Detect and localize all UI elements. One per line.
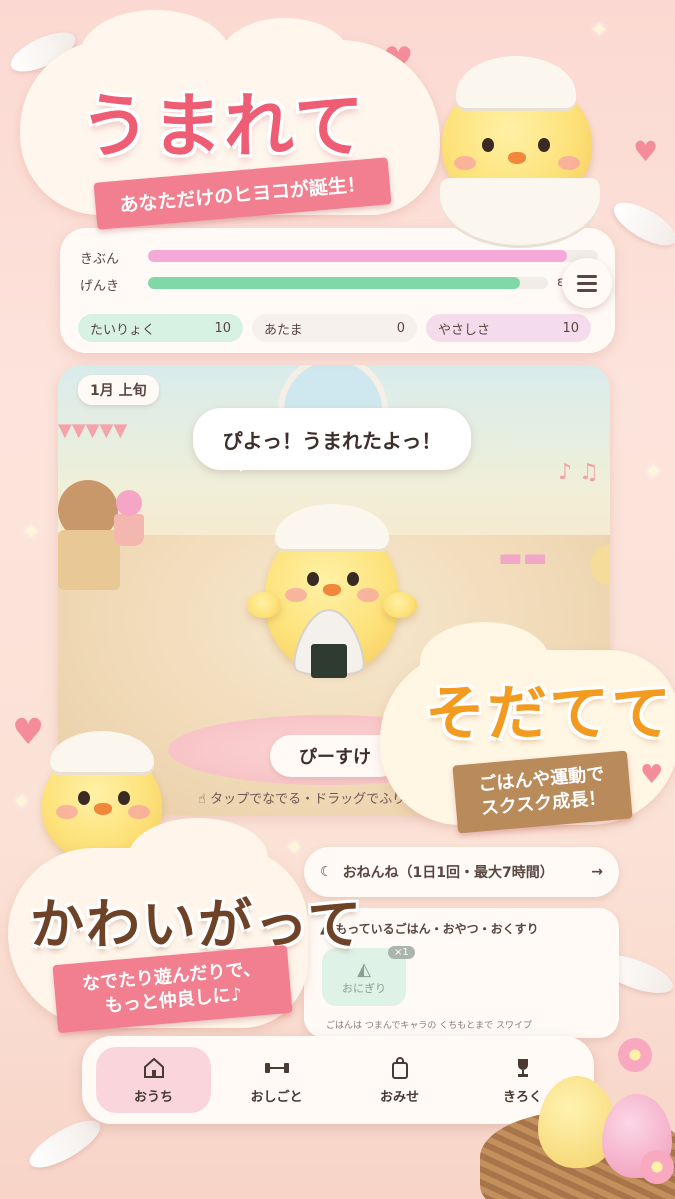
heart-icon: ♥ [12,712,45,753]
bottom-navigation: おうち おしごと おみせ きろく [82,1036,594,1124]
bunting-decoration: ▼▼▼▼▼ [58,420,128,441]
hand-icon: ☝ [198,792,211,807]
hamburger-icon [577,274,597,278]
stat-chip-label: たいりょく [90,322,156,338]
flower-pot-decoration [110,490,148,548]
sparkle-icon: ✦ [644,460,663,485]
nav-item-shop[interactable]: おみせ [342,1047,457,1113]
dumbbell-decoration: ▬▬ [498,543,548,573]
flower-decoration [640,1150,674,1184]
sparkle-icon: ✦ [12,790,31,815]
energy-bar-fill [148,277,520,289]
stat-chip-label: あたま [264,322,303,338]
heart-icon: ♥ [633,135,659,168]
onigiri-held [293,608,365,678]
banner-title-grow: そだてて [425,679,673,749]
date-badge: 1月 上旬 [78,375,159,405]
sparkle-icon: ✦ [285,836,304,861]
stat-chip-strength: たいりょく 10 [78,314,243,342]
inventory-item-label: おにぎり [342,981,386,995]
energy-label: げんき [80,279,120,294]
stat-chip-value: 10 [562,320,579,336]
stat-chip-value: 10 [214,320,231,336]
banner-title-cuddle: かわいがって [30,893,364,956]
moon-icon: ☾ [320,864,333,880]
sparkle-icon: ✦ [22,520,41,545]
stat-chip-kindness: やさしさ 10 [426,314,591,342]
nav-item-home[interactable]: おうち [96,1047,211,1113]
interaction-hint: ☝ タップでなでる・ドラッグでふりふ [198,792,419,807]
mood-label: きぶん [80,252,120,267]
stat-chip-label: やさしさ [438,322,491,338]
banner-title-born: うまれて [80,85,366,167]
onigiri-outline-icon: ◭ [357,958,371,980]
trophy-icon [517,1058,528,1077]
mood-bar [148,250,598,262]
flower-decoration [618,1038,652,1072]
sleep-label: おねんね（1日1回・最大7時間） [342,865,554,881]
arrow-right-icon: → [591,864,603,880]
stat-chip-value: 0 [396,320,405,336]
music-note-icon: ♪ ♫ [558,460,599,485]
home-icon [143,1057,164,1078]
dumbbell-icon [264,1062,289,1073]
feather-decoration [23,1111,107,1177]
energy-bar [148,277,548,289]
shopping-bag-icon [391,1056,408,1079]
item-count-badge: ×1 [388,946,415,959]
hatching-chick-illustration [420,38,620,248]
mood-bar-fill [148,250,567,262]
menu-button[interactable] [562,258,612,308]
inventory-hint: ごはんは つまんでキャラの くちもとまで スワイプ [326,1021,532,1031]
nav-item-work[interactable]: おしごと [219,1047,334,1113]
stat-chip-intelligence: あたま 0 [252,314,417,342]
speech-bubble: ぴよっ！うまれたよっ！ [193,408,471,472]
heart-icon: ♥ [640,760,664,790]
